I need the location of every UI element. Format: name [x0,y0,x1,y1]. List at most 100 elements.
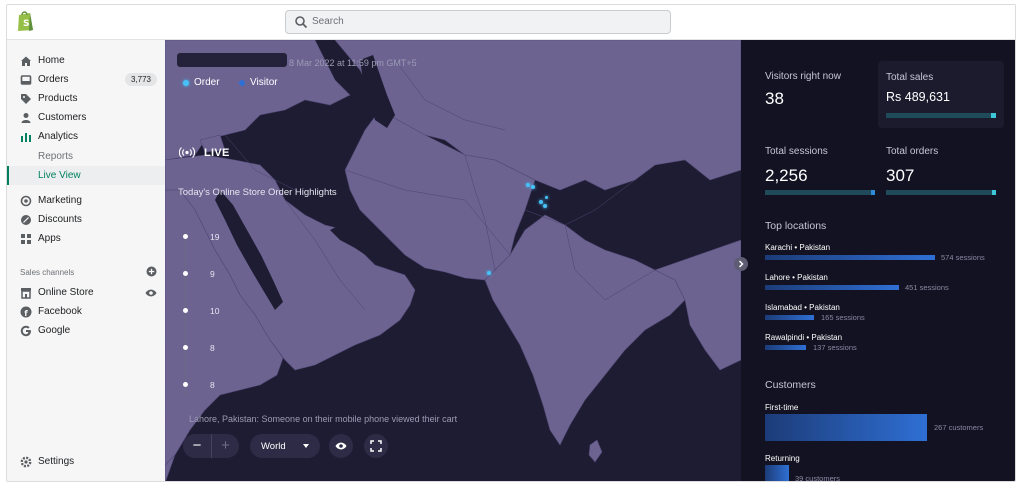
app-window: S Search Home Orders 3,773 Products Cust… [6,4,1016,482]
shopify-logo-icon[interactable]: S [16,10,34,32]
bar-chart-icon [21,133,31,142]
view-store-eye-icon[interactable] [145,287,157,299]
sidebar-item-label: Apps [38,233,61,244]
sidebar-item-label: Discounts [38,214,82,225]
location-bar [765,285,899,290]
live-map[interactable]: 8 Mar 2022 at 11:59 pm GMT+5 Order Visit… [165,40,741,481]
highlights-timeline [185,230,186,396]
sales-sparkline [886,113,996,118]
top-locations-title: Top locations [765,220,827,232]
fullscreen-icon [370,440,382,452]
search-placeholder: Search [312,16,344,27]
highlight-value: 19 [210,232,220,242]
returning-bar [765,465,789,481]
location-name: Rawalpindi • Pakistan [765,333,843,342]
orders-count-badge: 3,773 [124,73,157,86]
highlights-title: Today's Online Store Order Highlights [178,187,337,198]
sidebar-item-label: Home [38,55,65,66]
total-sales-value: Rs 489,631 [886,90,950,104]
zoom-in-button[interactable]: + [211,434,239,458]
sidebar-item-settings[interactable]: Settings [7,452,165,471]
total-sales-card[interactable]: Total sales Rs 489,631 [878,61,1004,128]
sidebar-item-label: Analytics [38,131,79,142]
order-legend-dot-icon [183,80,189,86]
facebook-icon: f [20,306,32,318]
highlight-value: 10 [210,306,220,316]
location-bar [765,345,806,350]
fullscreen-button[interactable] [364,434,388,458]
timeline-dot [183,382,188,387]
sidebar-item-label: Google [38,325,71,336]
sidebar-item-analytics[interactable]: Analytics [7,127,165,146]
toggle-visibility-button[interactable] [329,434,353,458]
timeline-dot [183,345,188,350]
location-name: Karachi • Pakistan [765,243,831,252]
region-select[interactable]: World [250,434,320,458]
sidebar-item-customers[interactable]: Customers [7,108,165,127]
sidebar-item-google[interactable]: Google [7,321,165,340]
location-sessions: 165 sessions [821,313,865,322]
first-time-label: First-time [765,403,799,412]
search-input[interactable]: Search [285,10,671,34]
sidebar-item-label: Products [38,93,78,104]
sidebar-item-label: Facebook [38,306,82,317]
visitors-label: Visitors right now [765,71,841,82]
total-orders-value: 307 [886,166,915,185]
visitor-marker [531,185,535,189]
region-select-value: World [261,441,286,452]
timeline-dot [183,234,188,239]
sidebar-item-marketing[interactable]: Marketing [7,191,165,210]
zoom-out-button[interactable]: − [183,434,211,458]
sidebar-item-facebook[interactable]: f Facebook [7,302,165,321]
orders-icon [20,75,32,85]
customers-title: Customers [765,379,816,391]
sidebar-item-online-store[interactable]: Online Store [7,283,165,302]
highlight-value: 8 [210,380,215,390]
store-name-redacted [177,53,287,67]
timeline-dot [183,271,188,276]
highlight-value: 9 [210,269,215,279]
orders-sparkline [886,190,996,195]
zoom-controls: − + [183,434,239,458]
visitor-marker [487,271,491,275]
sidebar-item-label: Settings [38,456,75,467]
svg-text:f: f [24,309,28,318]
sidebar: Home Orders 3,773 Products Customers Ana… [7,40,165,481]
home-icon [21,56,31,66]
apps-icon [21,234,31,244]
add-channel-plus-icon[interactable] [146,266,157,277]
timeline-dot [183,308,188,313]
sidebar-item-label: Online Store [38,287,94,298]
sidebar-item-discounts[interactable]: Discounts [7,210,165,229]
activity-feed-text: Lahore, Pakistan: Someone on their mobil… [189,414,458,424]
returning-label: Returning [765,454,800,463]
sidebar-item-reports[interactable]: Reports [7,147,165,166]
tag-icon [21,94,31,104]
location-bar [765,315,814,320]
eye-icon [335,442,347,450]
visitor-marker [543,204,547,208]
sidebar-item-apps[interactable]: Apps [7,229,165,248]
visitors-value: 38 [765,89,784,108]
legend-order-label: Order [194,77,220,88]
live-broadcast-icon [179,147,195,158]
highlight-value: 8 [210,343,215,353]
total-orders-label: Total orders [886,146,939,157]
sidebar-item-home[interactable]: Home [7,51,165,70]
sidebar-item-products[interactable]: Products [7,89,165,108]
svg-text:S: S [23,19,29,29]
legend-visitor-label: Visitor [250,77,278,88]
returning-value: 39 customers [795,474,841,482]
location-sessions: 137 sessions [813,343,857,352]
sidebar-item-orders[interactable]: Orders 3,773 [7,70,165,89]
map-timestamp: 8 Mar 2022 at 11:59 pm GMT+5 [289,58,417,68]
location-name: Lahore • Pakistan [765,273,828,282]
sidebar-item-live-view[interactable]: Live View [7,166,165,185]
sidebar-item-label: Customers [38,112,87,123]
collapse-panel-button[interactable] [734,257,748,271]
total-sessions-value: 2,256 [765,166,808,185]
sales-channels-title: Sales channels [20,268,75,277]
metrics-panel: Visitors right now 38 Total sales Rs 489… [741,40,1015,482]
search-icon [295,16,308,29]
total-sales-label: Total sales [886,72,934,83]
